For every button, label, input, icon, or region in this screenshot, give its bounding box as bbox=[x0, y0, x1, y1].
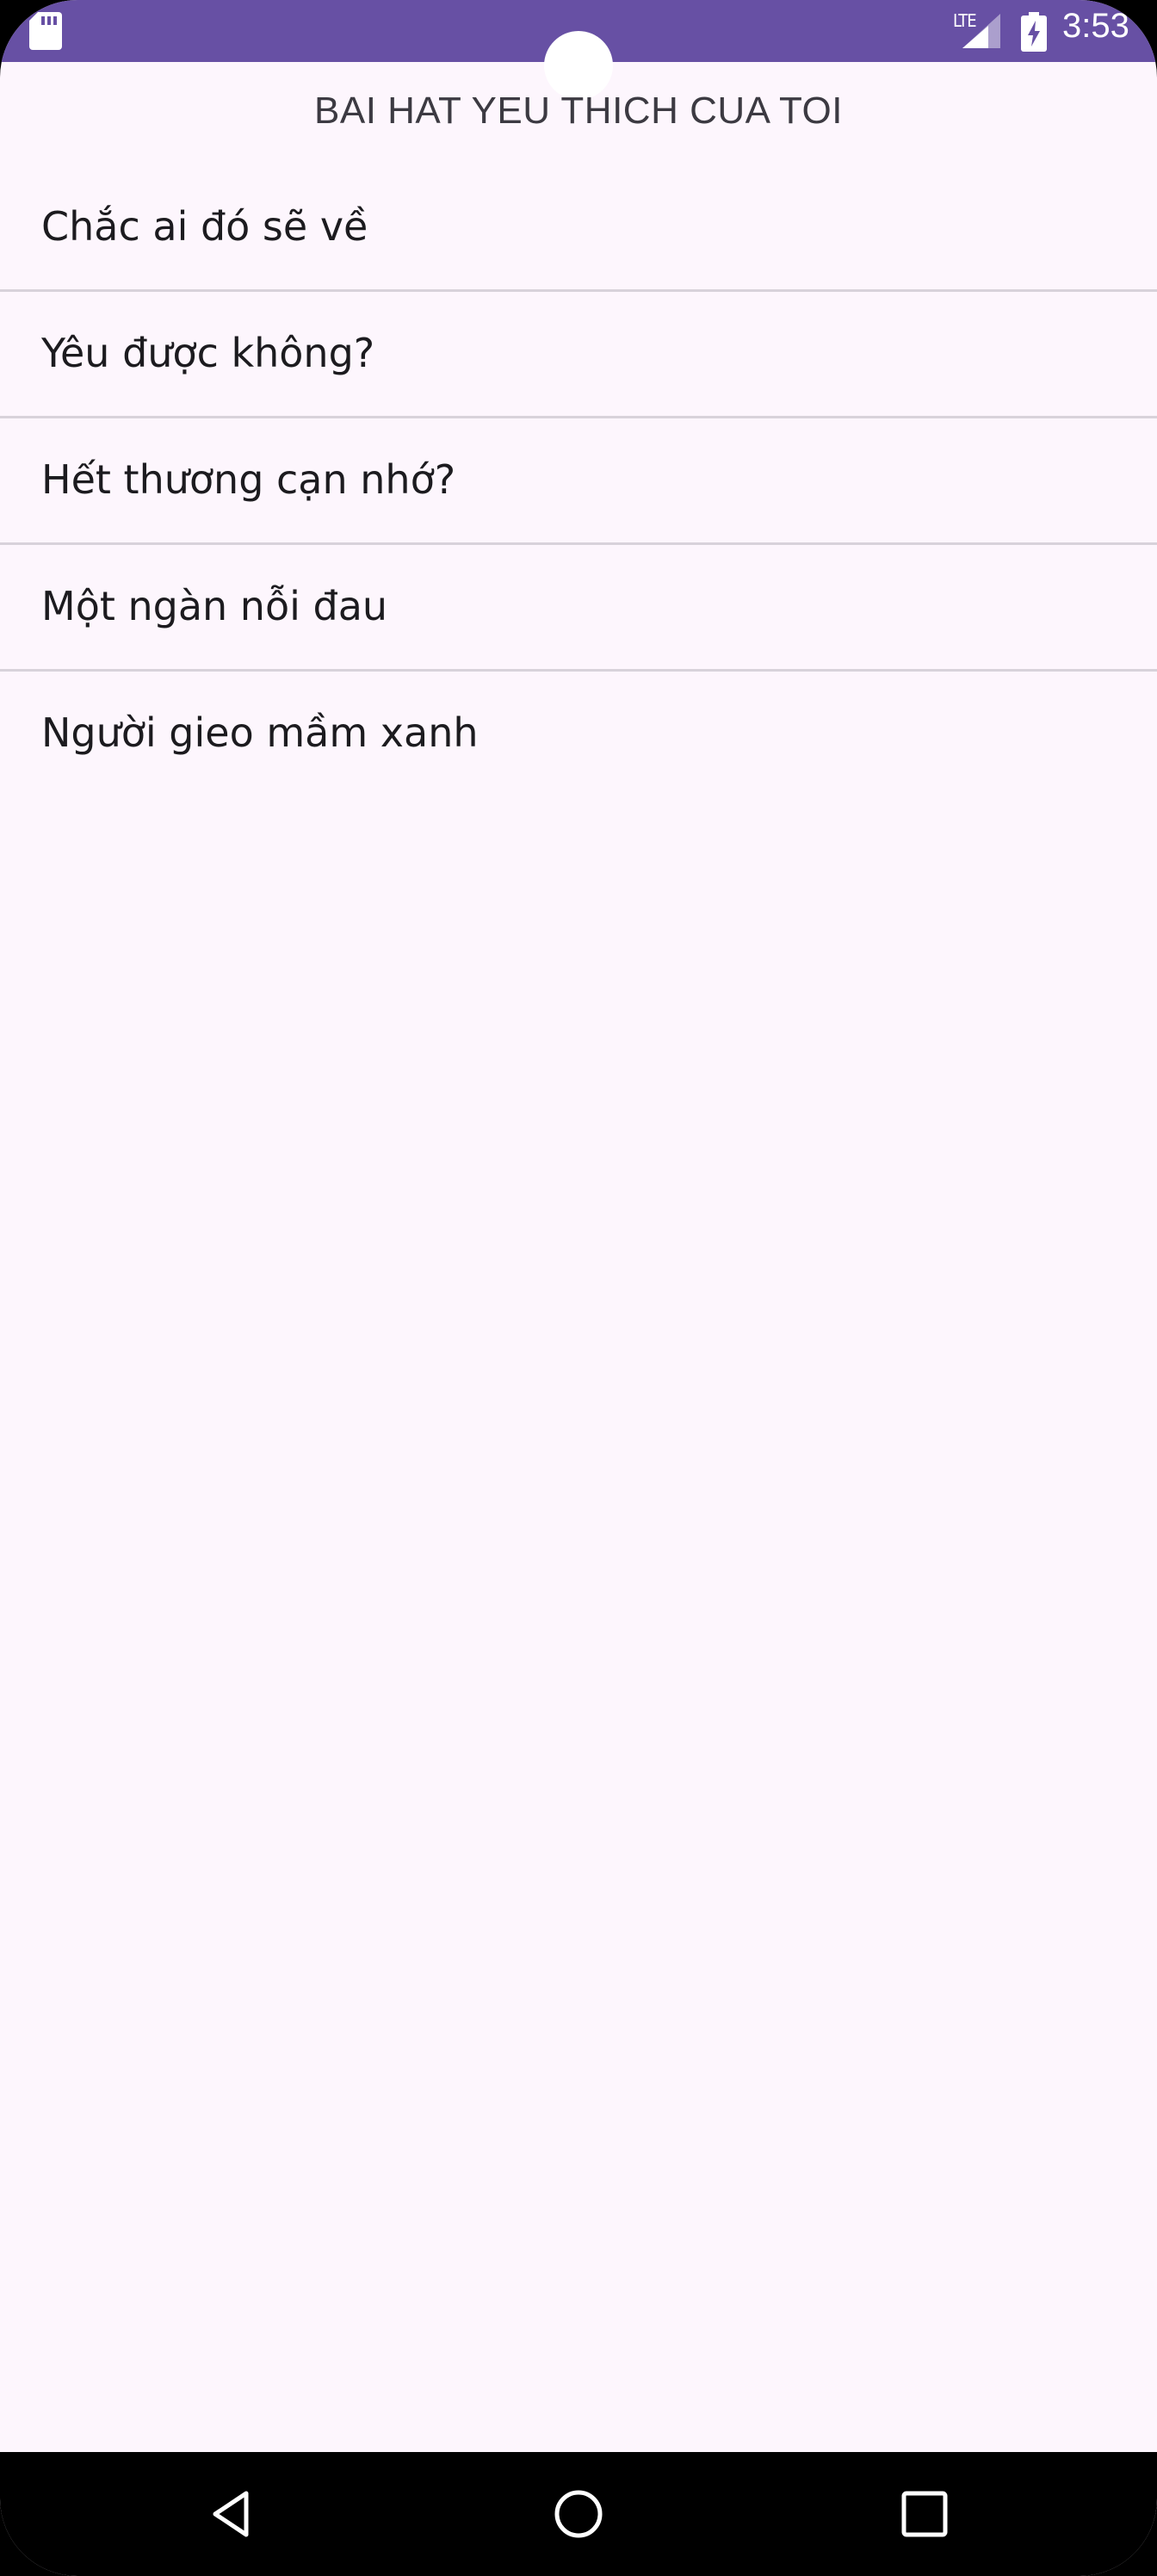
signal-icon bbox=[962, 14, 1000, 48]
song-list: Chắc ai đó sẽ về Yêu được không? Hết thư… bbox=[0, 165, 1157, 798]
list-item[interactable]: Chắc ai đó sẽ về bbox=[0, 165, 1157, 292]
status-bar: LTE 3:53 bbox=[0, 0, 1157, 100]
app-screen: LTE 3:53 BAI HAT YEU THICH CUA TOI Chắc … bbox=[0, 0, 1157, 2576]
list-item[interactable]: Hết thương cạn nhớ? bbox=[0, 418, 1157, 545]
song-title: Yêu được không? bbox=[41, 330, 375, 376]
home-icon[interactable] bbox=[553, 2488, 604, 2540]
song-title: Hết thương cạn nhớ? bbox=[41, 456, 456, 503]
list-item[interactable]: Một ngàn nỗi đau bbox=[0, 545, 1157, 672]
status-clock: 3:53 bbox=[1062, 7, 1129, 45]
back-icon[interactable] bbox=[207, 2488, 258, 2540]
list-item[interactable]: Yêu được không? bbox=[0, 292, 1157, 418]
recents-icon[interactable] bbox=[900, 2490, 949, 2538]
song-title: Chắc ai đó sẽ về bbox=[41, 203, 368, 250]
song-title: Một ngàn nỗi đau bbox=[41, 583, 388, 629]
list-item[interactable]: Người gieo mầm xanh bbox=[0, 672, 1157, 798]
page-title: BAI HAT YEU THICH CUA TOI bbox=[314, 90, 843, 132]
navigation-bar bbox=[0, 2452, 1157, 2576]
sd-card-icon bbox=[29, 12, 62, 50]
song-title: Người gieo mầm xanh bbox=[41, 709, 479, 756]
battery-charging-icon bbox=[1021, 12, 1047, 52]
